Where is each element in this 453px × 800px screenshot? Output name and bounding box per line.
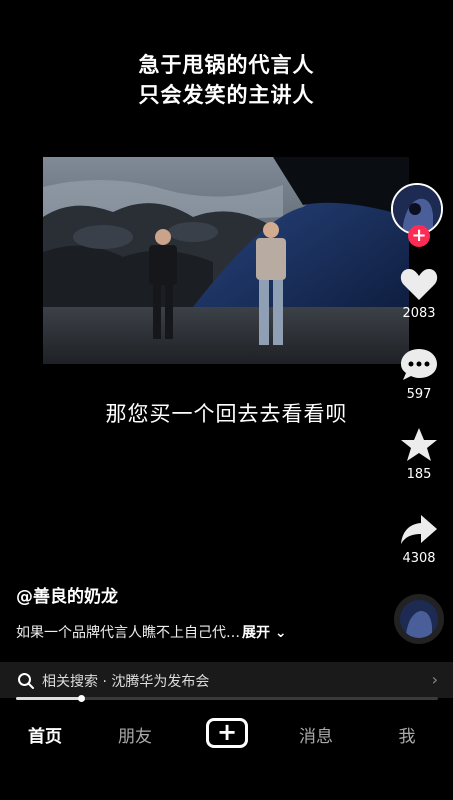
share-icon — [401, 515, 437, 544]
star-icon — [401, 428, 437, 461]
video-subtitle: 那您买一个回去去看看呗 — [105, 402, 348, 426]
comment-icon — [401, 349, 437, 380]
comment-button[interactable]: 597 — [393, 347, 445, 402]
music-disc[interactable] — [394, 594, 444, 644]
progress-fill — [16, 697, 82, 700]
bottom-tab-bar: 首页 朋友 + 消息 我 — [0, 706, 453, 760]
like-button[interactable]: 2083 — [393, 266, 445, 321]
chevron-right-icon: › — [431, 670, 438, 689]
expand-button[interactable]: 展开 ⌄ — [242, 625, 287, 641]
progress-knob[interactable] — [78, 695, 86, 702]
search-icon — [18, 673, 34, 689]
related-search-bar[interactable]: 相关搜索 · 沈腾华为发布会 › — [0, 662, 453, 698]
video-frame[interactable] — [43, 157, 409, 364]
tab-me[interactable]: 我 — [377, 722, 437, 747]
like-count: 2083 — [402, 306, 436, 321]
share-button[interactable]: 4308 — [393, 511, 445, 566]
playback-progress[interactable] — [16, 695, 438, 702]
description-text: 如果一个品牌代言人瞧不上自己代… — [16, 625, 240, 641]
tab-home[interactable]: 首页 — [15, 722, 75, 747]
stage-scene-image — [43, 157, 409, 364]
overlay-caption-line-1: 急于甩锅的代言人 — [138, 53, 315, 77]
video-description: 如果一个品牌代言人瞧不上自己代… 展开 ⌄ — [16, 622, 287, 642]
author-avatar-button[interactable]: + — [391, 183, 445, 247]
follow-button[interactable]: + — [408, 225, 430, 247]
author-name[interactable]: @善良的奶龙 — [16, 582, 118, 607]
favorite-button[interactable]: 185 — [393, 427, 445, 482]
tab-friends[interactable]: 朋友 — [105, 722, 165, 747]
overlay-caption: 急于甩锅的代言人 只会发笑的主讲人 — [0, 50, 453, 110]
share-count: 4308 — [402, 551, 436, 566]
related-search-text: 相关搜索 · 沈腾华为发布会 — [42, 674, 210, 690]
overlay-caption-line-2: 只会发笑的主讲人 — [138, 83, 315, 107]
comment-count: 597 — [406, 387, 432, 402]
create-post-button[interactable]: + — [206, 718, 248, 748]
tab-messages[interactable]: 消息 — [286, 722, 346, 747]
favorite-count: 185 — [406, 467, 432, 482]
heart-icon — [400, 269, 438, 300]
